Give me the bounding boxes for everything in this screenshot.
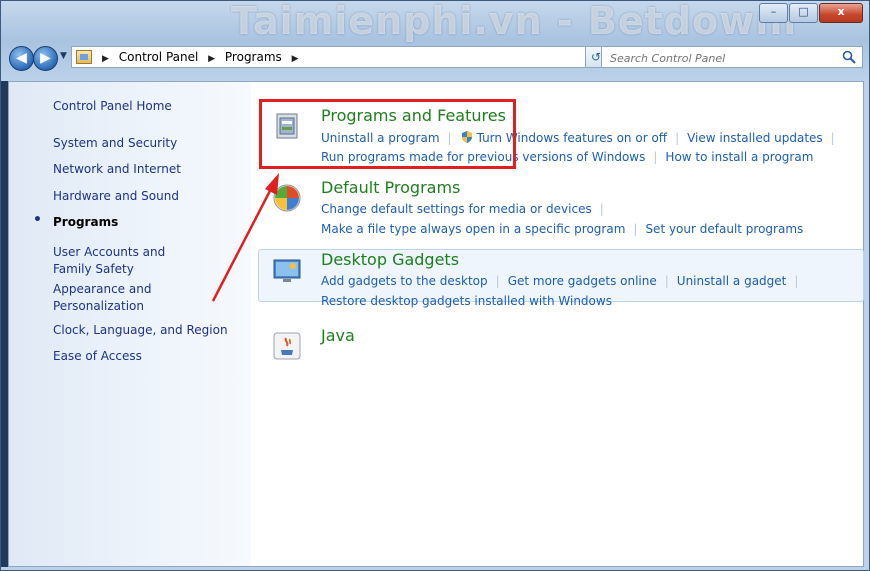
sidebar-item-clock-language-region[interactable]: Clock, Language, and Region (53, 322, 243, 339)
forward-arrow-icon: ▶ (40, 50, 51, 66)
link-separator: | (675, 131, 680, 145)
title-bar[interactable]: Taimienphi.vn - Betdownl – □ x (1, 0, 869, 43)
address-row: ◀ ▶ ▼ ▶ Control Panel ▶ Programs ▶ ▼ ↺ (9, 45, 863, 71)
refresh-icon: ↺ (590, 50, 602, 64)
sidebar-item-system-and-security[interactable]: System and Security (53, 135, 243, 152)
back-arrow-icon: ◀ (16, 50, 27, 66)
link-uninstall-gadget[interactable]: Uninstall a gadget (677, 274, 787, 288)
link-default-media-settings[interactable]: Change default settings for media or dev… (321, 202, 592, 216)
link-separator: | (664, 274, 669, 288)
category-links: Add gadgets to the desktop | Get more gadg… (321, 274, 806, 288)
link-separator: | (794, 274, 799, 288)
link-separator: | (653, 150, 658, 164)
minimize-button[interactable]: – (759, 3, 788, 23)
java-icon[interactable] (271, 330, 303, 362)
sidebar-item-appearance[interactable]: Appearance and Personalization (53, 281, 163, 315)
link-separator: | (599, 202, 604, 216)
link-how-to-install[interactable]: How to install a program (665, 150, 813, 164)
search-icon[interactable] (842, 50, 856, 64)
close-button[interactable]: x (819, 3, 863, 23)
breadcrumb-programs[interactable]: Programs (225, 50, 282, 64)
breadcrumb-control-panel[interactable]: Control Panel (119, 50, 199, 64)
breadcrumb: ▶ Control Panel ▶ Programs ▶ (96, 50, 305, 64)
link-set-default-programs[interactable]: Set your default programs (645, 222, 803, 236)
link-separator: | (495, 274, 500, 288)
link-separator: | (633, 222, 638, 236)
watermark-text: Taimienphi.vn - Betdownl (231, 0, 798, 43)
category-links: Change default settings for media or dev… (321, 202, 612, 216)
current-item-bullet-icon: • (33, 212, 42, 228)
window-edge (1, 81, 8, 567)
annotation-arrow (211, 173, 279, 302)
breadcrumb-chevron-icon[interactable]: ▶ (102, 54, 109, 64)
link-get-gadgets-online[interactable]: Get more gadgets online (508, 274, 657, 288)
category-title[interactable]: Desktop Gadgets (321, 250, 459, 269)
category-title[interactable]: Default Programs (321, 178, 460, 197)
search-box[interactable] (601, 46, 863, 68)
category-title[interactable]: Java (321, 326, 355, 345)
annotation-highlight-box (259, 99, 516, 169)
sidebar-item-user-accounts[interactable]: User Accounts and Family Safety (53, 244, 203, 278)
link-separator: | (830, 131, 835, 145)
recent-pages-dropdown-icon[interactable]: ▼ (60, 51, 67, 61)
sidebar-item-control-panel-home[interactable]: Control Panel Home (53, 98, 243, 115)
link-add-gadgets[interactable]: Add gadgets to the desktop (321, 274, 488, 288)
sidebar: Control Panel Home System and Security N… (9, 82, 251, 566)
link-file-type-association[interactable]: Make a file type always open in a specif… (321, 222, 625, 236)
category-desktop-gadgets: Desktop Gadgets Add gadgets to the deskt… (267, 250, 857, 308)
link-view-installed-updates[interactable]: View installed updates (687, 131, 823, 145)
category-links: Restore desktop gadgets installed with W… (321, 294, 612, 308)
link-restore-gadgets[interactable]: Restore desktop gadgets installed with W… (321, 294, 612, 308)
control-panel-window: Taimienphi.vn - Betdownl – □ x ◀ ▶ ▼ ▶ C… (0, 0, 870, 571)
category-default-programs: Default Programs Change default settings… (267, 178, 857, 238)
maximize-button[interactable]: □ (789, 3, 818, 23)
window-controls: – □ x (758, 3, 863, 23)
breadcrumb-chevron-icon[interactable]: ▶ (292, 54, 299, 64)
address-bar[interactable]: ▶ Control Panel ▶ Programs ▶ ▼ (71, 46, 642, 68)
search-input[interactable] (608, 49, 832, 67)
sidebar-item-ease-of-access[interactable]: Ease of Access (53, 348, 243, 365)
category-links: Make a file type always open in a specif… (321, 222, 803, 236)
breadcrumb-chevron-icon[interactable]: ▶ (208, 54, 215, 64)
back-button[interactable]: ◀ (9, 46, 34, 71)
control-panel-icon (76, 50, 92, 64)
category-java: Java (267, 326, 857, 366)
forward-button[interactable]: ▶ (33, 46, 58, 71)
